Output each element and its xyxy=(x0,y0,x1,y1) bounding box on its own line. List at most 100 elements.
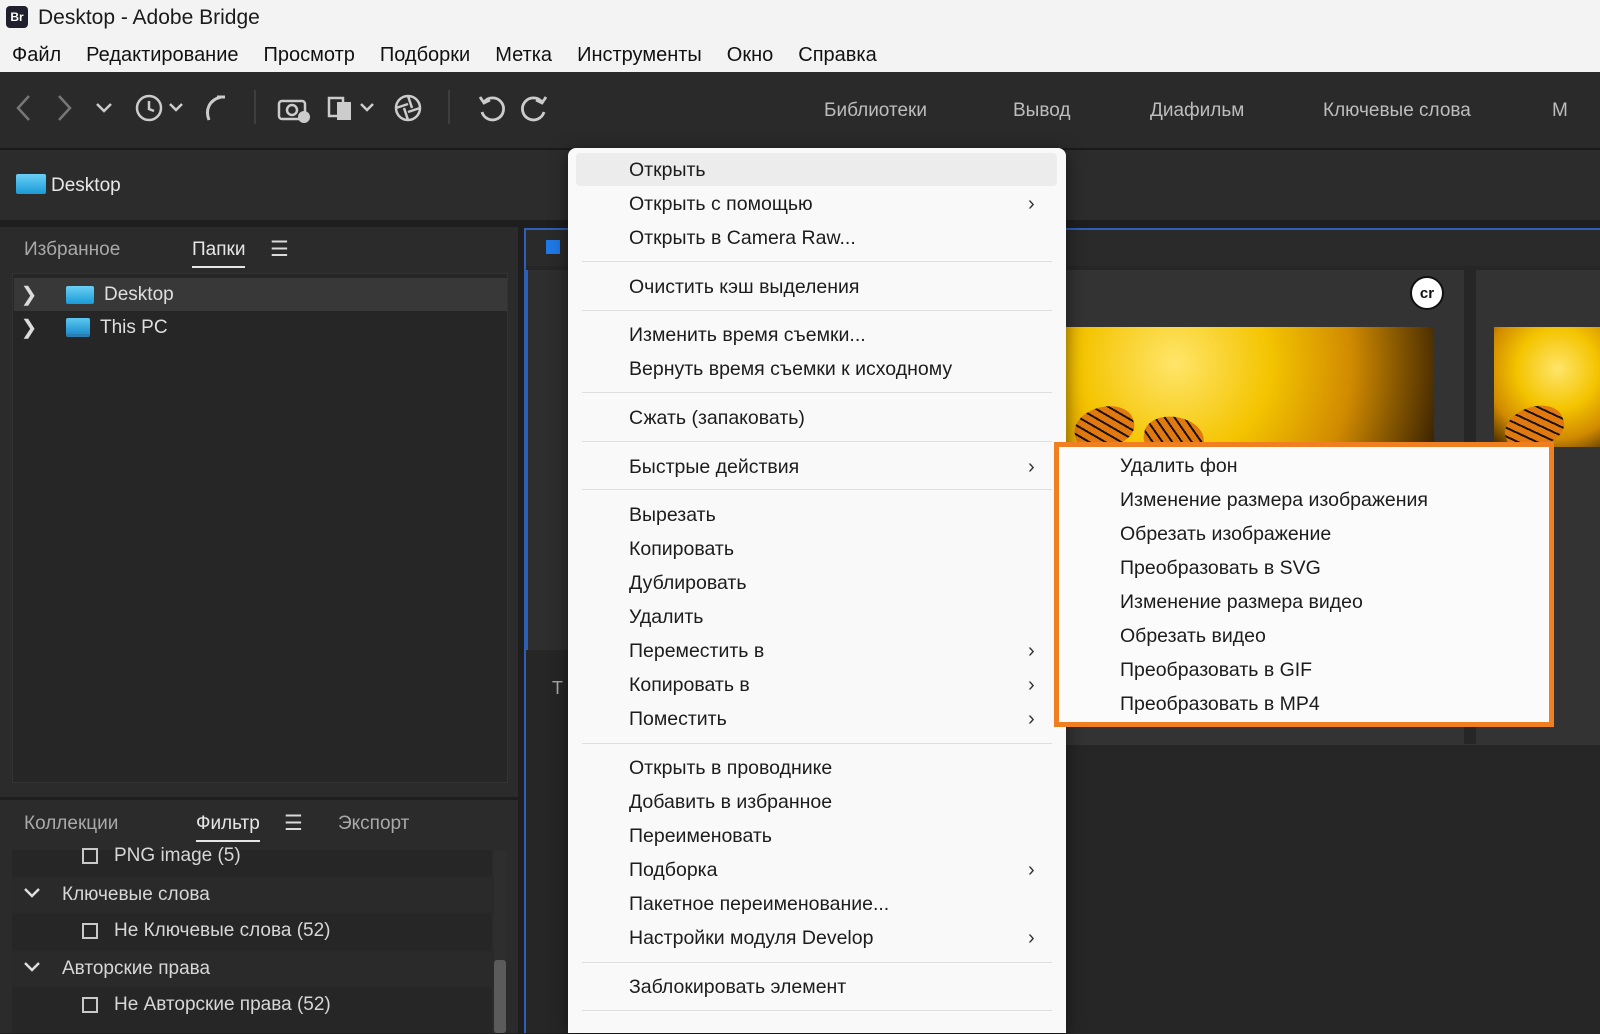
filter-group-header[interactable]: Ключевые слова xyxy=(12,877,502,913)
menu-item-delete[interactable]: Удалить xyxy=(629,600,703,634)
menu-file[interactable]: Файл xyxy=(12,44,61,67)
menu-separator xyxy=(582,1010,1052,1011)
menu-item-lock-item[interactable]: Заблокировать элемент xyxy=(629,970,846,1004)
workspace-overflow[interactable]: М xyxy=(1552,100,1568,122)
chevron-down-icon[interactable] xyxy=(22,958,62,980)
submenu-item-convert-gif[interactable]: Преобразовать в GIF xyxy=(1120,653,1312,687)
menu-item-open-with[interactable]: Открыть с помощью xyxy=(629,187,813,221)
menu-separator xyxy=(582,962,1052,963)
boomerang-icon[interactable] xyxy=(196,90,232,126)
tree-item-this-pc[interactable]: ❯ This PC xyxy=(14,311,507,344)
tab-export[interactable]: Экспорт xyxy=(338,813,409,835)
submenu-item-convert-mp4[interactable]: Преобразовать в MP4 xyxy=(1120,687,1320,721)
tab-collections[interactable]: Коллекции xyxy=(24,813,118,835)
menu-item-purge-cache[interactable]: Очистить кэш выделения xyxy=(629,270,859,304)
submenu-item-remove-background[interactable]: Удалить фон xyxy=(1120,449,1238,483)
thumbnail-image xyxy=(1494,327,1600,447)
chevron-right-icon: › xyxy=(1028,708,1035,730)
checkbox[interactable] xyxy=(82,997,98,1013)
thumbnail-tile[interactable] xyxy=(526,270,568,650)
filter-row[interactable]: Не Ключевые слова (52) xyxy=(12,913,562,949)
menu-item-batch-rename[interactable]: Пакетное переименование... xyxy=(629,887,889,921)
pc-icon xyxy=(66,318,90,337)
chevron-down-icon[interactable] xyxy=(86,90,122,126)
menu-item-revert-capture-time[interactable]: Вернуть время съемки к исходному xyxy=(629,352,952,386)
filter-row[interactable]: Не Авторские права (52) xyxy=(12,987,562,1023)
path-breadcrumb[interactable]: Desktop xyxy=(51,175,121,197)
menu-item-cut[interactable]: Вырезать xyxy=(629,498,716,532)
toolbar-separator xyxy=(448,90,450,124)
workspace-output[interactable]: Вывод xyxy=(1013,100,1070,122)
submenu-item-convert-svg[interactable]: Преобразовать в SVG xyxy=(1120,551,1321,585)
folder-icon xyxy=(16,174,46,194)
menu-separator xyxy=(582,310,1052,311)
filter-group-label: Авторские права xyxy=(62,958,211,979)
forward-icon[interactable] xyxy=(46,90,82,126)
menu-stacks[interactable]: Подборки xyxy=(380,44,470,67)
menu-item-copy[interactable]: Копировать xyxy=(629,532,734,566)
chevron-down-icon[interactable] xyxy=(22,884,62,906)
panel-menu-icon[interactable]: ☰ xyxy=(270,237,289,262)
menu-edit[interactable]: Редактирование xyxy=(86,44,238,67)
tree-item-label: Desktop xyxy=(104,283,174,305)
menu-item-open[interactable]: Открыть xyxy=(629,153,706,187)
history-icon[interactable] xyxy=(132,90,188,126)
workspace-libraries[interactable]: Библиотеки xyxy=(824,100,927,122)
app-logo-icon: Br xyxy=(6,6,28,28)
menu-item-edit-capture-time[interactable]: Изменить время съемки... xyxy=(629,318,866,352)
panel-menu-icon[interactable]: ☰ xyxy=(284,811,303,836)
menu-item-place[interactable]: Поместить xyxy=(629,702,727,736)
menu-item-develop-settings[interactable]: Настройки модуля Develop xyxy=(629,921,873,955)
tab-favorites[interactable]: Избранное xyxy=(24,239,120,261)
back-icon[interactable] xyxy=(6,90,42,126)
menu-item-open-camera-raw[interactable]: Открыть в Camera Raw... xyxy=(629,221,856,255)
chevron-right-icon: › xyxy=(1028,674,1035,696)
menu-item-reveal-in-explorer[interactable]: Открыть в проводнике xyxy=(629,751,832,785)
workspace-keywords[interactable]: Ключевые слова xyxy=(1323,100,1471,122)
tree-item-label: This PC xyxy=(100,316,168,338)
menu-item-copy-to[interactable]: Копировать в xyxy=(629,668,750,702)
folder-tree xyxy=(12,273,508,783)
menu-item-duplicate[interactable]: Дублировать xyxy=(629,566,747,600)
tab-folders[interactable]: Папки xyxy=(192,239,246,268)
menu-view[interactable]: Просмотр xyxy=(264,44,355,67)
submenu-item-crop-image[interactable]: Обрезать изображение xyxy=(1120,517,1331,551)
workspace-filmstrip[interactable]: Диафильм xyxy=(1150,100,1244,122)
menu-tools[interactable]: Инструменты xyxy=(577,44,702,67)
menu-item-compress[interactable]: Сжать (запаковать) xyxy=(629,401,805,435)
submenu-item-resize-video[interactable]: Изменение размера видео xyxy=(1120,585,1363,619)
menu-help[interactable]: Справка xyxy=(798,44,876,67)
chevron-right-icon: › xyxy=(1028,640,1035,662)
menu-item-add-to-favorites[interactable]: Добавить в избранное xyxy=(629,785,832,819)
chevron-right-icon: › xyxy=(1028,193,1035,215)
menu-separator xyxy=(582,489,1052,490)
menu-separator xyxy=(582,261,1052,262)
rotate-left-icon[interactable] xyxy=(474,90,510,126)
copy-stack-icon[interactable] xyxy=(324,90,380,126)
filter-group-header[interactable]: Авторские права xyxy=(12,951,502,987)
menu-item-move-to[interactable]: Переместить в xyxy=(629,634,764,668)
rotate-right-icon[interactable] xyxy=(516,90,552,126)
checkbox[interactable] xyxy=(82,848,98,864)
menu-item-rename[interactable]: Переименовать xyxy=(629,819,772,853)
camera-import-icon[interactable] xyxy=(276,90,312,126)
menu-item-stack[interactable]: Подборка xyxy=(629,853,717,887)
photoshop-icon[interactable] xyxy=(390,90,426,126)
window-title: Desktop - Adobe Bridge xyxy=(38,6,260,29)
checkbox[interactable] xyxy=(82,923,98,939)
filter-label: PNG image (5) xyxy=(114,845,241,866)
menu-window[interactable]: Окно xyxy=(727,44,773,67)
menu-label[interactable]: Метка xyxy=(495,44,552,67)
submenu-item-resize-image[interactable]: Изменение размера изображения xyxy=(1120,483,1428,517)
chevron-right-icon[interactable]: ❯ xyxy=(16,315,42,340)
thumbnail-grid-row xyxy=(1064,744,1600,1034)
camera-raw-badge-icon: cr xyxy=(1410,276,1444,310)
menu-item-quick-actions[interactable]: Быстрые действия xyxy=(629,450,799,484)
toolbar-separator xyxy=(254,90,256,124)
filter-row[interactable]: PNG image (5) xyxy=(12,838,562,874)
tree-item-desktop[interactable]: ❯ Desktop xyxy=(14,278,507,311)
chevron-right-icon: › xyxy=(1028,456,1035,478)
scrollbar-thumb[interactable] xyxy=(494,960,506,1033)
chevron-right-icon[interactable]: ❯ xyxy=(16,282,42,307)
submenu-item-trim-video[interactable]: Обрезать видео xyxy=(1120,619,1266,653)
